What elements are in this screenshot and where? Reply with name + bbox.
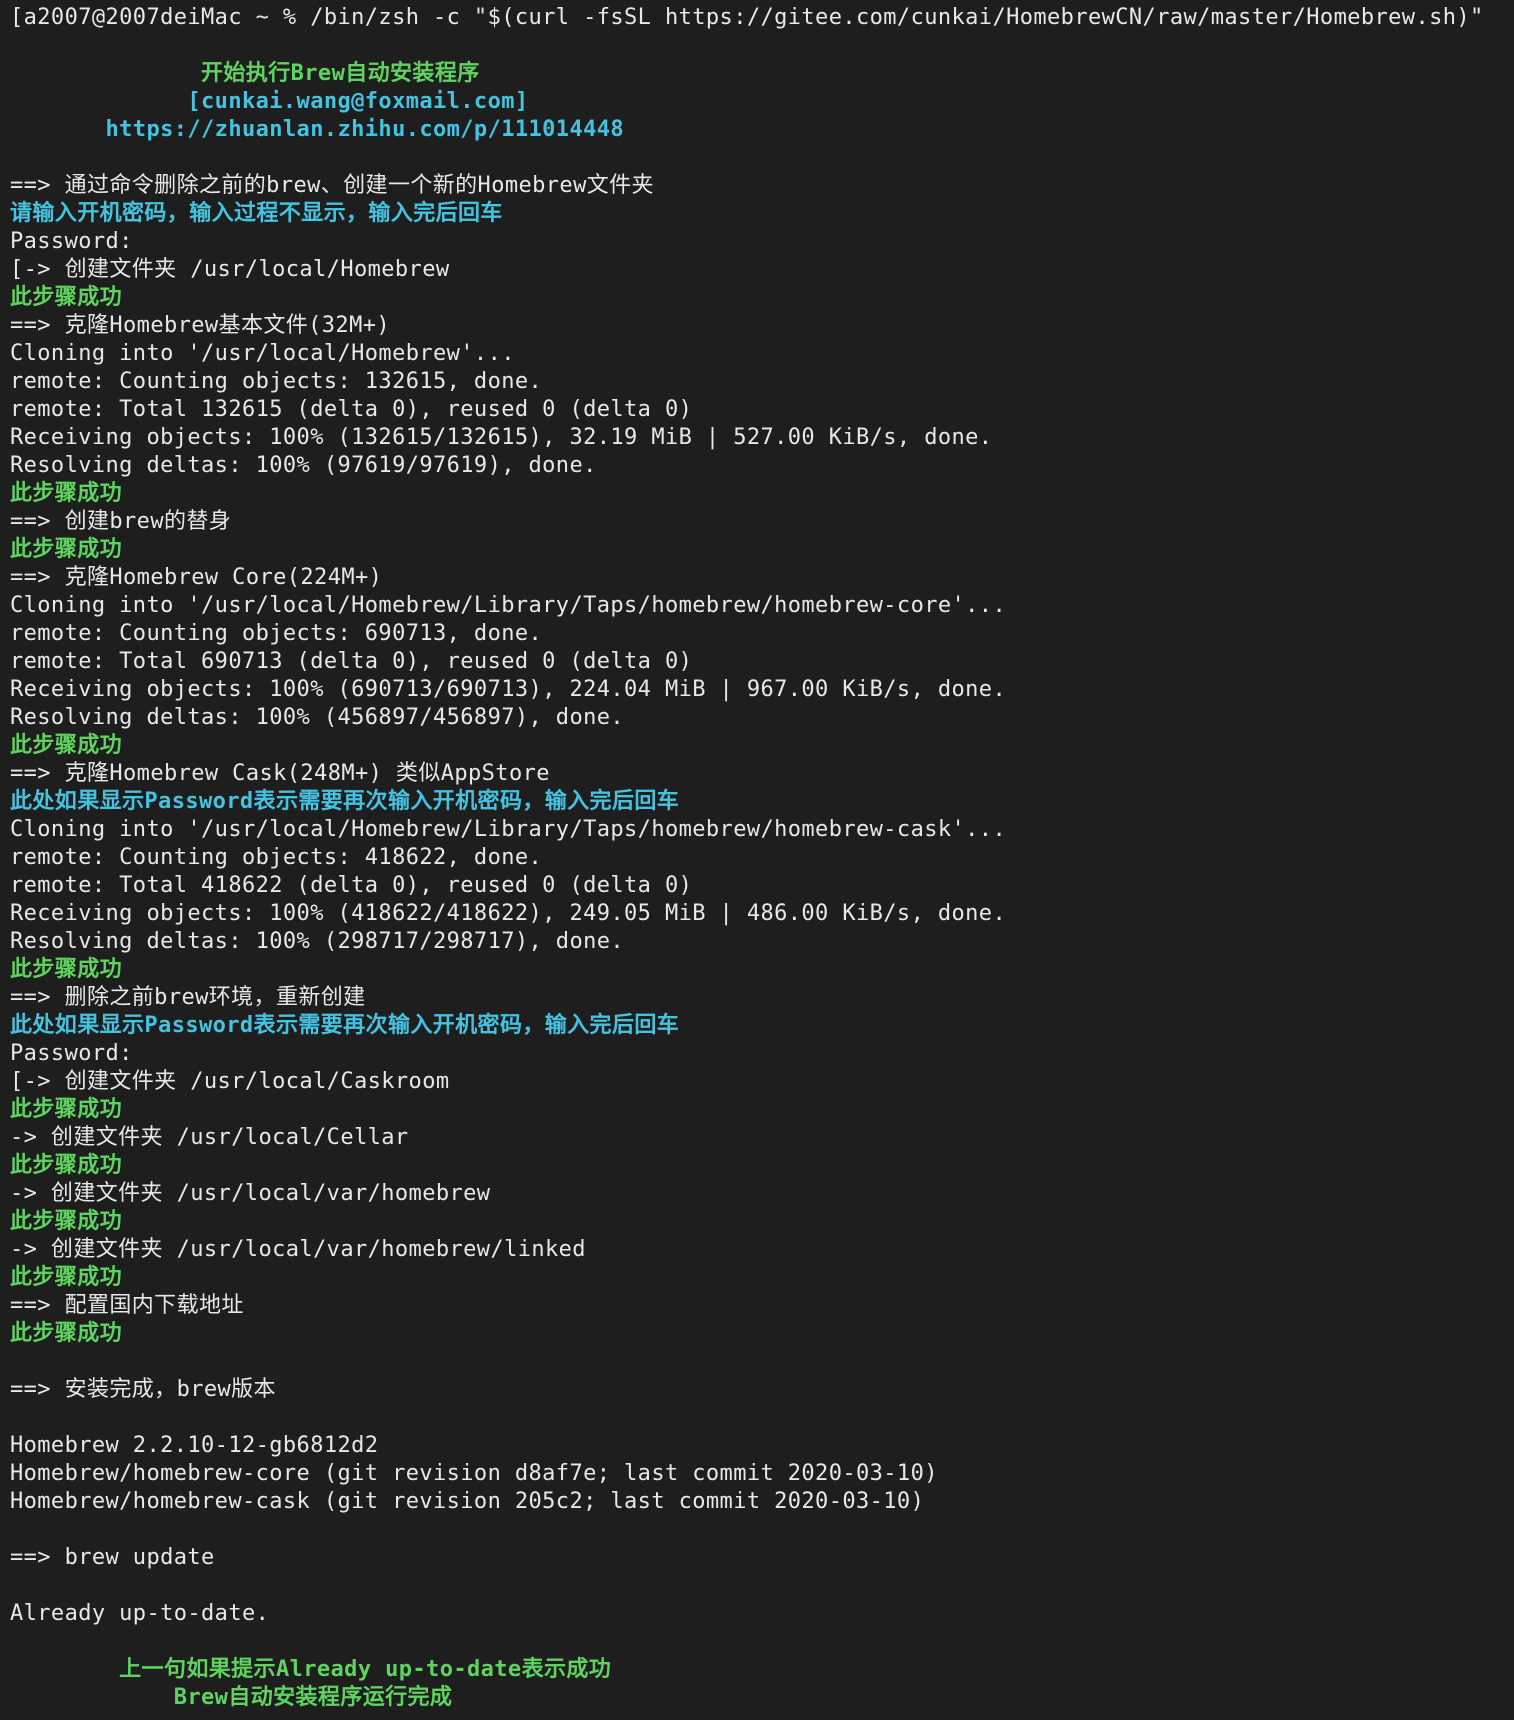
- terminal-line: [-> 创建文件夹 /usr/local/Caskroom: [10, 1069, 450, 1094]
- terminal-line: Homebrew/homebrew-cask (git revision 205…: [10, 1489, 925, 1514]
- terminal-line: Resolving deltas: 100% (97619/97619), do…: [10, 453, 597, 478]
- terminal-line: [cunkai.wang@foxmail.com]: [10, 89, 529, 114]
- terminal-line: 此步骤成功: [10, 957, 123, 982]
- terminal-line: 此步骤成功: [10, 1209, 123, 1234]
- terminal-line: ==> brew update: [10, 1545, 215, 1570]
- terminal-line: ==> 通过命令删除之前的brew、创建一个新的Homebrew文件夹: [10, 173, 654, 198]
- terminal-line: ==> 配置国内下载地址: [10, 1293, 244, 1318]
- terminal-line: Receiving objects: 100% (132615/132615),…: [10, 425, 993, 450]
- terminal-line: Receiving objects: 100% (690713/690713),…: [10, 677, 1007, 702]
- terminal-line: ==> 删除之前brew环境，重新创建: [10, 985, 366, 1010]
- terminal-line: Receiving objects: 100% (418622/418622),…: [10, 901, 1007, 926]
- terminal-line: 此步骤成功: [10, 1321, 123, 1346]
- terminal-line: 此步骤成功: [10, 733, 123, 758]
- terminal-line: Password:: [10, 1041, 133, 1066]
- terminal-line: 上一句如果提示Already up-to-date表示成功: [10, 1657, 612, 1682]
- terminal-line: Cloning into '/usr/local/Homebrew'...: [10, 341, 515, 366]
- terminal-line: ==> 安装完成，brew版本: [10, 1377, 276, 1402]
- terminal-line: Cloning into '/usr/local/Homebrew/Librar…: [10, 593, 1007, 618]
- terminal-line: ==> 克隆Homebrew基本文件(32M+): [10, 313, 391, 338]
- terminal-line: ==> 创建brew的替身: [10, 509, 232, 534]
- terminal-line: 此步骤成功: [10, 285, 123, 310]
- terminal-line: remote: Total 418622 (delta 0), reused 0…: [10, 873, 693, 898]
- terminal-line: 此步骤成功: [10, 1097, 123, 1122]
- terminal-line: remote: Counting objects: 132615, done.: [10, 369, 543, 394]
- terminal-line: [-> 创建文件夹 /usr/local/Homebrew: [10, 257, 450, 282]
- terminal-line: 请输入开机密码，输入过程不显示，输入完后回车: [10, 201, 503, 226]
- terminal-line: Homebrew 2.2.10-12-gb6812d2: [10, 1433, 379, 1458]
- terminal-line: 此处如果显示Password表示需要再次输入开机密码，输入完后回车: [10, 1013, 680, 1038]
- terminal-line: Homebrew/homebrew-core (git revision d8a…: [10, 1461, 938, 1486]
- terminal-line: [a2007@2007deiMac ~ % /bin/zsh -c "$(cur…: [10, 5, 1484, 30]
- terminal-line: Resolving deltas: 100% (298717/298717), …: [10, 929, 625, 954]
- terminal-line: 此步骤成功: [10, 481, 123, 506]
- terminal-window[interactable]: [a2007@2007deiMac ~ % /bin/zsh -c "$(cur…: [0, 0, 1514, 1720]
- terminal-line: Brew自动安装程序运行完成: [10, 1685, 453, 1710]
- terminal-line: 此步骤成功: [10, 1153, 123, 1178]
- terminal-line: 开始执行Brew自动安装程序: [10, 61, 480, 86]
- terminal-line: -> 创建文件夹 /usr/local/var/homebrew/linked: [10, 1237, 586, 1262]
- terminal-line: Cloning into '/usr/local/Homebrew/Librar…: [10, 817, 1007, 842]
- terminal-line: ==> 克隆Homebrew Core(224M+): [10, 565, 383, 590]
- terminal-line: -> 创建文件夹 /usr/local/var/homebrew: [10, 1181, 491, 1206]
- terminal-line: 此处如果显示Password表示需要再次输入开机密码，输入完后回车: [10, 789, 680, 814]
- terminal-line: 此步骤成功: [10, 1265, 123, 1290]
- terminal-line: -> 创建文件夹 /usr/local/Cellar: [10, 1125, 409, 1150]
- terminal-line: remote: Total 690713 (delta 0), reused 0…: [10, 649, 693, 674]
- terminal-line: https://zhuanlan.zhihu.com/p/111014448: [10, 117, 625, 142]
- terminal-line: remote: Counting objects: 418622, done.: [10, 845, 543, 870]
- terminal-line: ==> 克隆Homebrew Cask(248M+) 类似AppStore: [10, 761, 550, 786]
- terminal-line: 此步骤成功: [10, 537, 123, 562]
- terminal-line: remote: Counting objects: 690713, done.: [10, 621, 543, 646]
- terminal-line: Already up-to-date.: [10, 1601, 270, 1626]
- terminal-line: Resolving deltas: 100% (456897/456897), …: [10, 705, 625, 730]
- terminal-line: remote: Total 132615 (delta 0), reused 0…: [10, 397, 693, 422]
- terminal-line: Password:: [10, 229, 133, 254]
